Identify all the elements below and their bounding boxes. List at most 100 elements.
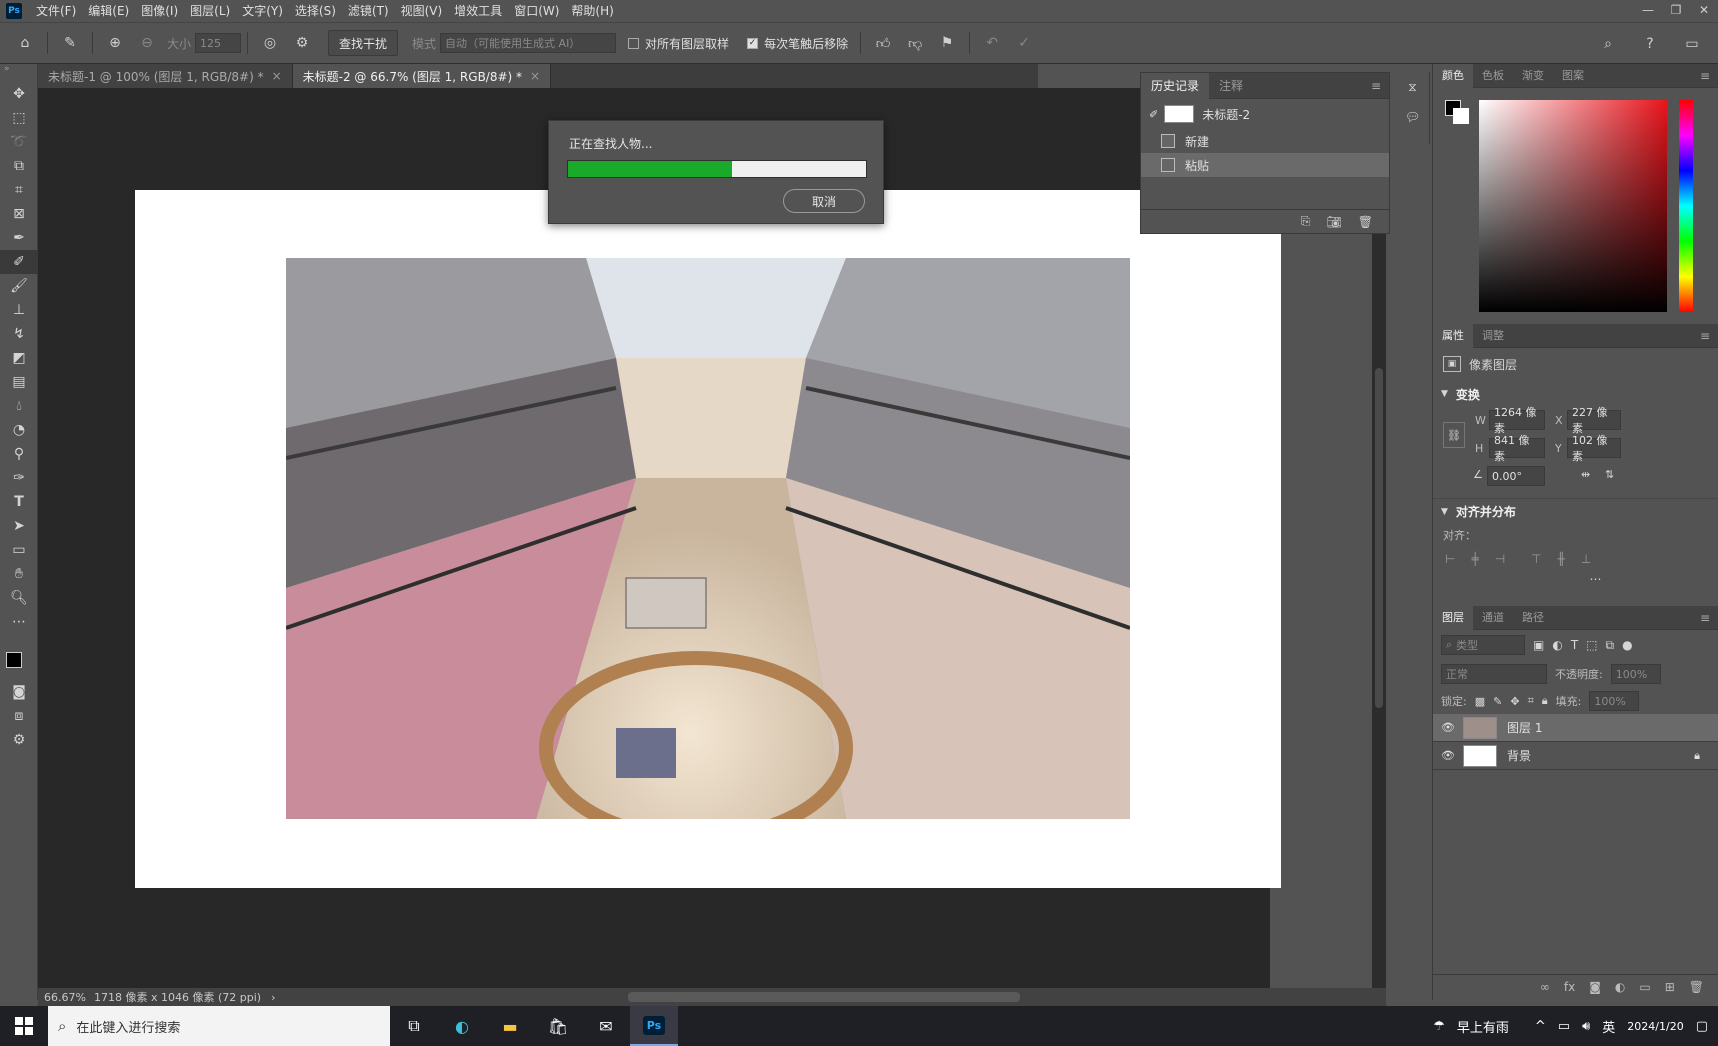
fill-field[interactable]: 100% [1589,691,1640,711]
align-section-header[interactable]: ▼ 对齐并分布 [1433,498,1718,524]
width-field[interactable]: 1264 像素 [1489,406,1545,435]
background-color-swatch[interactable] [1453,108,1469,124]
adjustment-layer-icon[interactable]: ◐ [1615,980,1625,994]
weather-label[interactable]: 早上有雨 [1457,1017,1509,1036]
minimize-icon[interactable]: — [1634,0,1662,22]
layer-row[interactable]: 👁︎ 背景 🔒︎ [1433,742,1718,770]
filter-pixel-icon[interactable]: ▣ [1533,638,1544,652]
add-mask-icon[interactable]: ◙ [1589,980,1601,994]
close-tab-icon[interactable]: × [530,69,540,83]
opacity-field[interactable]: 100% [1610,664,1661,684]
quick-mask-icon[interactable]: ◙ [0,680,38,704]
collapse-icon[interactable]: » [0,64,37,82]
panel-menu-icon[interactable]: ≡ [1700,611,1710,625]
close-icon[interactable]: ✕ [1690,0,1718,22]
search-icon[interactable]: ⌕ [1597,33,1619,55]
brush-tool-icon[interactable]: 🖌︎ [0,274,38,298]
history-panel-icon[interactable]: ⧖ [1396,72,1429,102]
thumbs-up-icon[interactable]: 👍︎ [872,32,894,54]
flag-icon[interactable]: ⚑ [936,32,958,54]
workspace-icon[interactable]: ▭ [1681,33,1703,55]
filter-smart-icon[interactable]: ⧉ [1606,638,1615,653]
network-icon[interactable]: ▭ [1558,1019,1570,1034]
history-snapshot-row[interactable]: ✐ 未标题-2 [1141,99,1389,129]
tab-adjustments[interactable]: 调整 [1473,324,1513,348]
store-icon[interactable]: 🛍︎ [534,1006,582,1046]
tab-paths[interactable]: 路径 [1513,606,1553,630]
tab-notes[interactable]: 注释 [1209,73,1253,99]
panel-menu-icon[interactable]: ≡ [1700,329,1710,343]
menu-help[interactable]: 帮助(H) [565,0,619,22]
menu-type[interactable]: 文字(Y) [236,0,289,22]
brush-add-icon[interactable]: ⊕ [104,32,126,54]
menu-view[interactable]: 视图(V) [395,0,449,22]
mall-photo-layer[interactable] [286,258,1130,819]
tab-color[interactable]: 颜色 [1433,63,1473,88]
visibility-eye-icon[interactable]: 👁︎ [1441,721,1459,734]
filter-toggle-icon[interactable]: ● [1622,638,1632,652]
link-layers-icon[interactable]: ∞ [1540,980,1550,994]
height-field[interactable]: 841 像素 [1489,434,1545,463]
frame-tool-icon[interactable]: ⊠ [0,202,38,226]
lock-all-icon[interactable]: 🔒︎ [1542,694,1548,708]
task-view-icon[interactable]: ⧉ [390,1006,438,1046]
zoom-level[interactable]: 66.67% [38,991,88,1004]
rectangle-tool-icon[interactable]: ▭ [0,538,38,562]
tab-layers[interactable]: 图层 [1433,605,1473,630]
zoom-tool-icon[interactable]: 🔍︎ [0,586,38,610]
scroll-thumb[interactable] [1375,368,1383,708]
input-language[interactable]: 英 [1602,1017,1615,1036]
color-picker[interactable] [1433,88,1718,314]
confirm-check-icon[interactable]: ✓ [1013,32,1035,54]
weather-umbrella-icon[interactable]: ☂ [1433,1019,1445,1034]
screen-mode-icon[interactable]: ⧈ [0,704,38,728]
stamp-tool-icon[interactable]: ⊥ [0,298,38,322]
comment-icon[interactable]: 💬︎ [1396,102,1429,132]
restore-icon[interactable]: ❐ [1662,0,1690,22]
path-select-tool-icon[interactable]: ➤ [0,514,38,538]
menu-layer[interactable]: 图层(L) [184,0,236,22]
flip-horizontal-icon[interactable]: ⇹ [1581,468,1590,481]
layer-row[interactable]: 👁︎ 图层 1 [1433,714,1718,742]
align-left-icon[interactable]: ⊢ [1445,552,1455,566]
tab-gradients[interactable]: 渐变 [1513,64,1553,88]
align-top-icon[interactable]: ⊤ [1531,552,1541,566]
flip-vertical-icon[interactable]: ⇅ [1605,468,1614,481]
size-input[interactable]: 125 [195,33,242,53]
filter-adjustment-icon[interactable]: ◐ [1552,638,1562,652]
edit-toolbar-icon[interactable]: ⚙ [0,728,38,752]
crop-tool-icon[interactable]: ⌗ [0,178,38,202]
y-position-field[interactable]: 102 像素 [1567,434,1621,463]
tab-swatches[interactable]: 色板 [1473,64,1513,88]
new-document-from-state-icon[interactable]: ⎘ [1301,214,1311,229]
remove-tool-icon[interactable]: ✐ [0,250,38,274]
lock-image-icon[interactable]: ✎ [1493,695,1502,708]
lock-transparent-icon[interactable]: ▩ [1475,695,1485,708]
sample-all-layers-checkbox[interactable]: 对所有图层取样 [628,35,729,52]
settings-gear-icon[interactable]: ⚙ [291,32,313,54]
close-tab-icon[interactable]: × [272,69,282,83]
more-options-icon[interactable]: ⋯ [1433,572,1718,594]
windows-start-icon[interactable] [0,1006,48,1046]
zoom-small-icon[interactable]: ⚲ [0,442,38,466]
menu-select[interactable]: 选择(S) [289,0,342,22]
lasso-tool-icon[interactable]: ➰ [0,130,38,154]
align-bottom-icon[interactable]: ⊥ [1581,552,1591,566]
dodge-tool-icon[interactable]: ◔ [0,418,38,442]
camera-snapshot-icon[interactable]: 📷︎ [1327,215,1342,229]
type-tool-icon[interactable]: T [0,490,38,514]
angle-field[interactable]: 0.00° [1487,466,1545,486]
gradient-tool-icon[interactable]: ▤ [0,370,38,394]
filter-shape-icon[interactable]: ⬚ [1586,638,1597,652]
undo-icon[interactable]: ↶ [981,32,1003,54]
tab-properties[interactable]: 属性 [1433,323,1473,348]
eraser-tool-icon[interactable]: ◩ [0,346,38,370]
cancel-button[interactable]: 取消 [783,189,865,213]
find-distractions-button[interactable]: 查找干扰 [328,30,399,56]
align-middle-v-icon[interactable]: ╫ [1558,552,1565,566]
history-step-row[interactable]: 新建 [1141,129,1389,153]
remove-after-stroke-checkbox[interactable]: ✓ 每次笔触后移除 [747,35,848,52]
x-position-field[interactable]: 227 像素 [1567,406,1621,435]
foreground-color-swatch[interactable] [6,652,22,668]
color-swatches[interactable] [0,634,37,680]
